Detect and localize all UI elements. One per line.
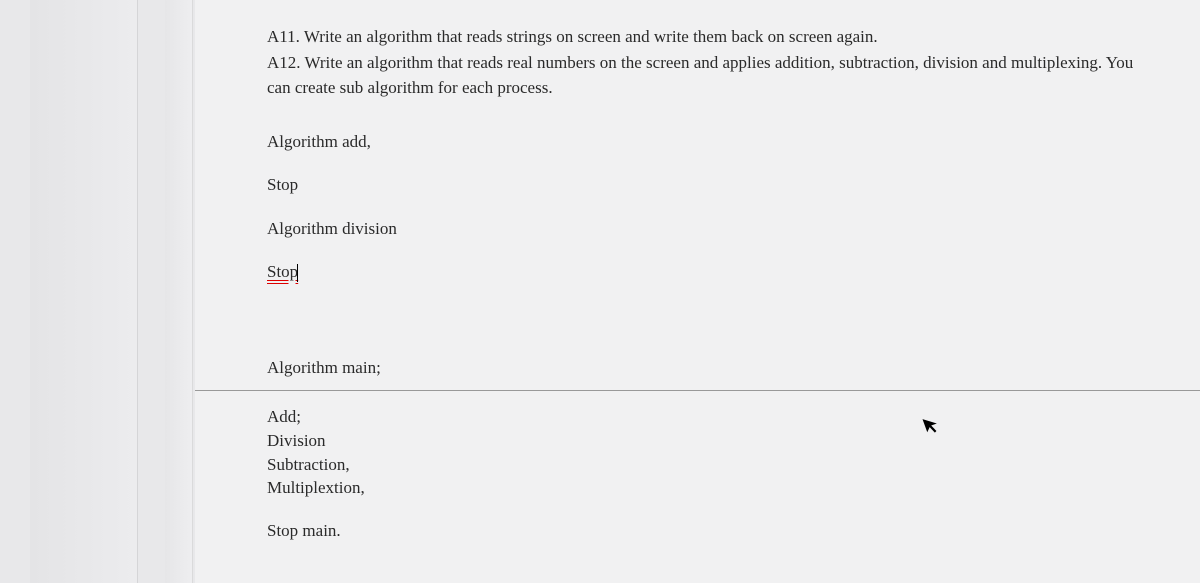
question-block: A11. Write an algorithm that reads strin… — [267, 24, 1160, 101]
list-item: Multiplextion, — [267, 476, 1160, 500]
question-a11: A11. Write an algorithm that reads strin… — [267, 24, 1160, 50]
spacer — [267, 303, 1160, 355]
line-stop-1: Stop — [267, 172, 1160, 198]
document-content[interactable]: A11. Write an algorithm that reads strin… — [195, 0, 1200, 583]
question-a12: A12. Write an algorithm that reads real … — [267, 50, 1160, 101]
text-cursor — [297, 264, 298, 282]
line-algo-division: Algorithm division — [267, 216, 1160, 242]
spellcheck-underline: Stop — [267, 262, 298, 281]
page-container: A11. Write an algorithm that reads strin… — [30, 0, 1200, 583]
line-stop-main: Stop main. — [267, 518, 1160, 544]
horizontal-rule — [195, 390, 1200, 391]
margin-inner — [165, 0, 193, 583]
margin-outer — [30, 0, 138, 583]
list-item: Subtraction, — [267, 453, 1160, 477]
list-item: Add; — [267, 405, 1160, 429]
line-stop-2: Stop — [267, 259, 1160, 285]
line-algo-main: Algorithm main; — [267, 355, 1160, 381]
list-item: Division — [267, 429, 1160, 453]
sub-list: Add; Division Subtraction, Multiplextion… — [267, 405, 1160, 500]
line-algo-add: Algorithm add, — [267, 129, 1160, 155]
